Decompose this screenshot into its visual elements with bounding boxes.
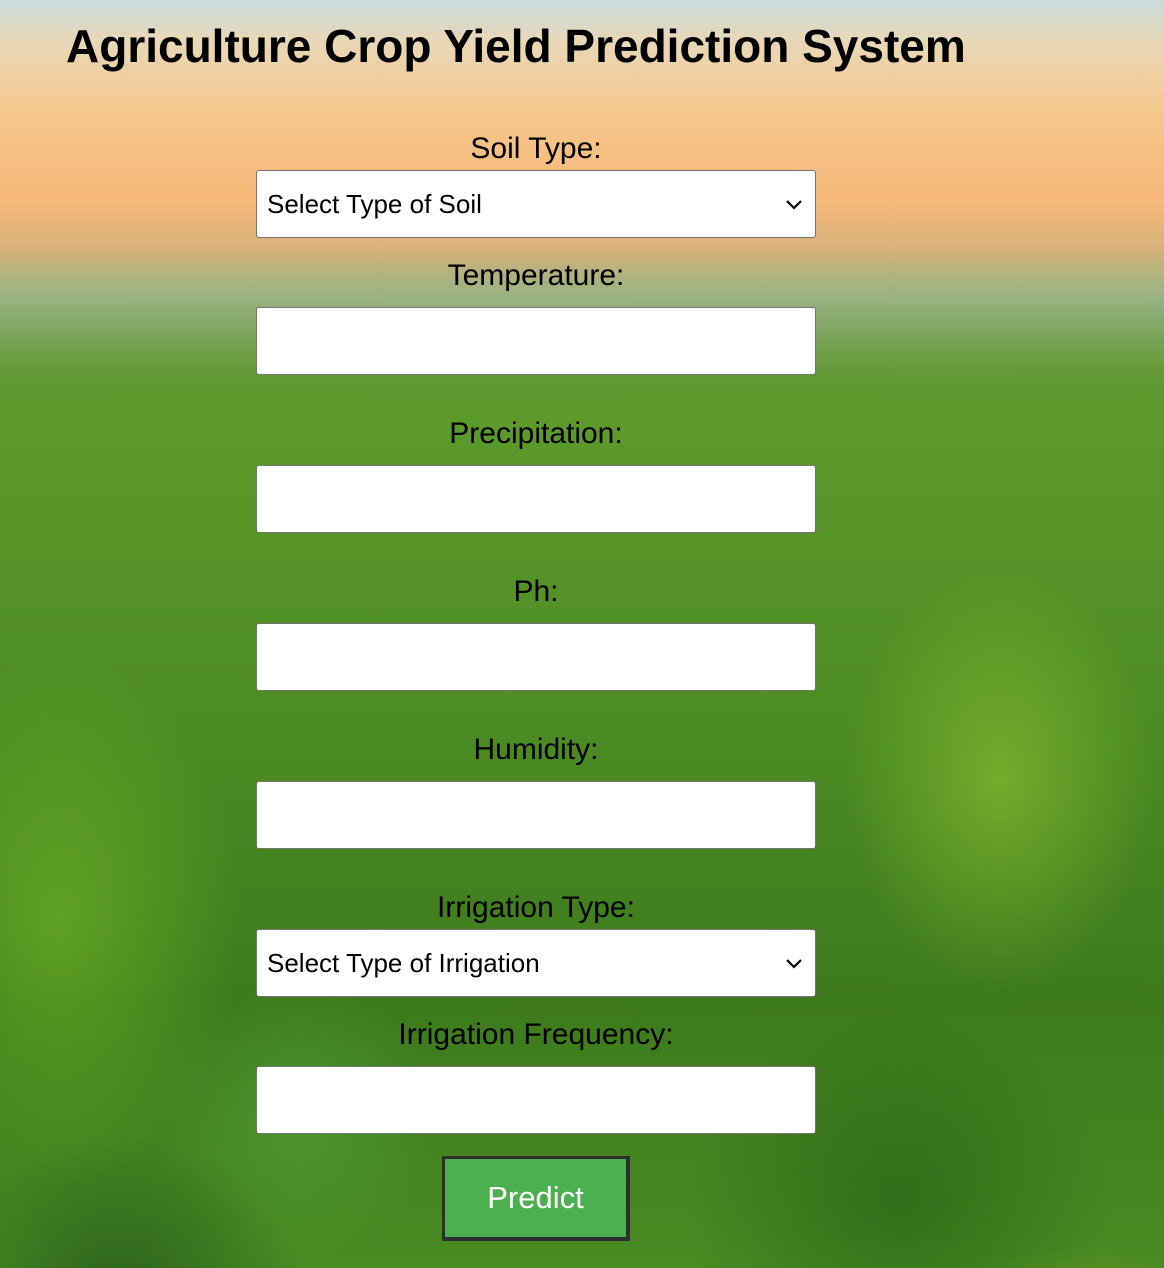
- irrigation-type-selected-value: Select Type of Irrigation: [267, 947, 540, 978]
- ph-label: Ph:: [513, 575, 559, 608]
- ph-input[interactable]: [256, 623, 816, 691]
- precipitation-input[interactable]: [256, 465, 816, 533]
- soil-type-selected-value: Select Type of Soil: [267, 188, 482, 219]
- page-title: Agriculture Crop Yield Prediction System: [66, 20, 966, 72]
- chevron-down-icon: [786, 959, 802, 969]
- humidity-input[interactable]: [256, 781, 816, 849]
- irrigation-frequency-label: Irrigation Frequency:: [398, 1018, 674, 1051]
- humidity-label: Humidity:: [473, 733, 599, 766]
- chevron-down-icon: [786, 200, 802, 210]
- soil-type-label: Soil Type:: [470, 132, 602, 165]
- irrigation-frequency-input[interactable]: [256, 1066, 816, 1134]
- irrigation-type-select[interactable]: Select Type of Irrigation: [256, 929, 816, 997]
- temperature-input[interactable]: [256, 307, 816, 375]
- irrigation-type-label: Irrigation Type:: [437, 891, 635, 924]
- temperature-label: Temperature:: [447, 259, 625, 292]
- soil-type-select[interactable]: Select Type of Soil: [256, 170, 816, 238]
- predict-button[interactable]: Predict: [442, 1156, 630, 1241]
- precipitation-label: Precipitation:: [449, 417, 623, 450]
